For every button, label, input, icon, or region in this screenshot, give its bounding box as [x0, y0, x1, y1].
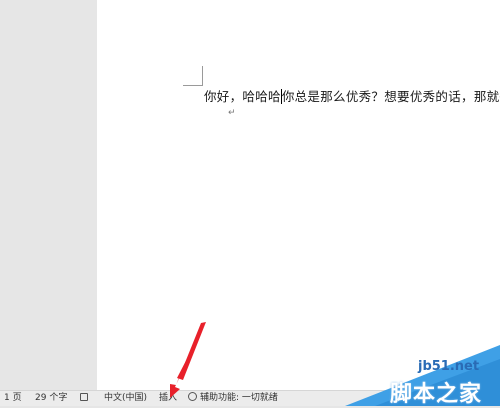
- document-text-line[interactable]: 你好，哈哈哈你总是那么优秀？想要优秀的话，那就得: [204, 87, 500, 107]
- document-page[interactable]: [97, 0, 500, 390]
- paragraph-mark: ↵: [228, 108, 236, 118]
- page-number-indicator[interactable]: 1 页: [4, 391, 22, 406]
- accessibility-label: 辅助功能: 一切就绪: [200, 393, 278, 403]
- accessibility-status[interactable]: 辅助功能: 一切就绪: [188, 391, 278, 406]
- language-indicator[interactable]: 中文(中国): [104, 391, 147, 406]
- text-before-cursor: 你好，哈哈哈: [204, 89, 281, 104]
- insert-mode-indicator[interactable]: 插入: [159, 391, 177, 406]
- document-workspace: 你好，哈哈哈你总是那么优秀？想要优秀的话，那就得 ↵: [0, 0, 500, 390]
- proofing-icon[interactable]: [80, 391, 88, 406]
- word-count-indicator[interactable]: 29 个字: [35, 391, 67, 406]
- watermark-name: 脚本之家: [390, 382, 483, 407]
- margin-corner-marker: [183, 66, 203, 86]
- accessibility-icon: [188, 392, 197, 401]
- watermark-url: jb51.net: [418, 359, 480, 374]
- text-after-cursor: 你总是那么优秀？想要优秀的话，那就得: [281, 89, 500, 104]
